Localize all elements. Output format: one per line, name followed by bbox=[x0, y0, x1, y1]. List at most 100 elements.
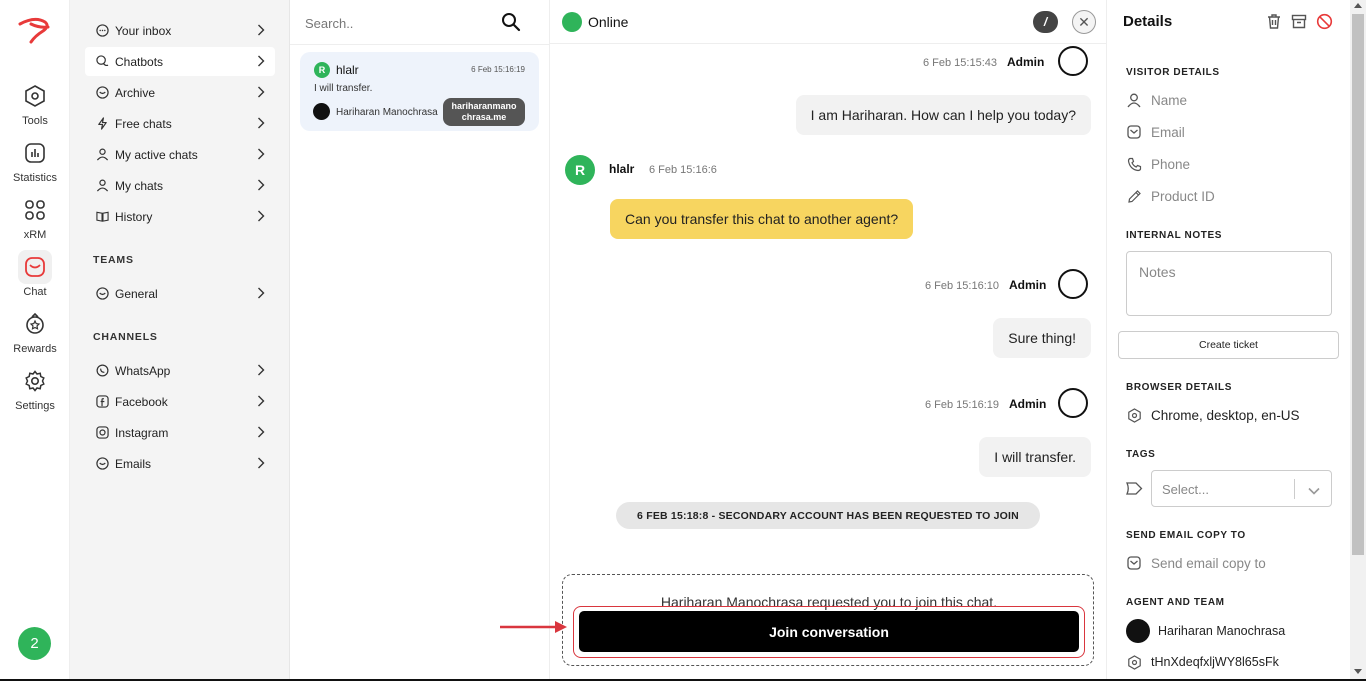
facebook-icon bbox=[95, 395, 109, 409]
search-input[interactable] bbox=[305, 12, 505, 34]
rail-item-rewards[interactable]: Rewards bbox=[0, 307, 70, 355]
user-icon bbox=[95, 148, 109, 162]
chevron-right-icon bbox=[257, 179, 265, 194]
slash-command-button[interactable]: / bbox=[1033, 11, 1058, 33]
nav-item-general[interactable]: General bbox=[85, 279, 275, 308]
conversation-agent: Hariharan Manochrasa bbox=[336, 107, 438, 118]
chevron-right-icon bbox=[257, 86, 265, 101]
chat-header: Online / ✕ bbox=[550, 0, 1106, 44]
rail-item-label: xRM bbox=[23, 229, 47, 241]
chevron-right-icon bbox=[257, 24, 265, 39]
close-chat-button[interactable]: ✕ bbox=[1072, 10, 1096, 34]
nav-item-history[interactable]: History bbox=[85, 202, 275, 231]
name-placeholder: Name bbox=[1151, 92, 1188, 108]
nav-item-label: Facebook bbox=[115, 394, 168, 409]
scrollbar[interactable] bbox=[1350, 0, 1366, 681]
visitor-product-field[interactable]: Product ID bbox=[1126, 188, 1215, 204]
browser-details-field: Chrome, desktop, en-US bbox=[1126, 407, 1300, 423]
trash-icon[interactable] bbox=[1266, 13, 1282, 35]
browser-value: Chrome, desktop, en-US bbox=[1151, 407, 1300, 423]
nav-item-label: Chatbots bbox=[115, 54, 164, 69]
rail-item-label: Statistics bbox=[12, 172, 57, 184]
nav-item-label: Emails bbox=[115, 456, 152, 471]
scrollbar-thumb[interactable] bbox=[1352, 14, 1364, 555]
conversation-item[interactable]: R hlalr 6 Feb 15:16:19 I will transfer. … bbox=[300, 52, 539, 131]
nav-item-emails[interactable]: Emails bbox=[85, 449, 275, 478]
nav-item-free-chats[interactable]: Free chats bbox=[85, 109, 275, 138]
search-icon[interactable] bbox=[501, 12, 521, 37]
whatsapp-icon bbox=[95, 364, 109, 378]
nav-item-label: WhatsApp bbox=[115, 363, 171, 378]
visitor-email-field[interactable]: Email bbox=[1126, 124, 1185, 140]
hexagon-icon bbox=[18, 79, 52, 113]
message-meta: 6 Feb 15:15:43 Admin bbox=[923, 55, 1044, 69]
nav-panel: Your inbox Chatbots Archive Free chats M… bbox=[70, 0, 290, 681]
agent-avatar bbox=[1058, 46, 1088, 76]
join-conversation-button[interactable]: Join conversation bbox=[579, 611, 1079, 652]
gear-icon bbox=[18, 364, 52, 398]
message-bubble: Sure thing! bbox=[993, 318, 1091, 358]
rail-item-tools[interactable]: Tools bbox=[0, 79, 70, 127]
left-rail: Tools Statistics xRM Chat Rewards Settin… bbox=[0, 0, 70, 681]
internal-notes-heading: INTERNAL NOTES bbox=[1126, 230, 1222, 241]
details-title: Details bbox=[1123, 13, 1173, 30]
archive-box-icon[interactable] bbox=[1291, 13, 1307, 35]
online-status[interactable]: Online bbox=[588, 14, 628, 30]
create-ticket-button[interactable]: Create ticket bbox=[1118, 331, 1339, 359]
conversation-list: R hlalr 6 Feb 15:16:19 I will transfer. … bbox=[290, 0, 550, 681]
chevron-down-icon[interactable] bbox=[1308, 483, 1320, 498]
nav-item-my-chats[interactable]: My chats bbox=[85, 171, 275, 200]
chat-bubble-icon bbox=[95, 24, 109, 38]
nav-item-my-active-chats[interactable]: My active chats bbox=[85, 140, 275, 169]
team-icon bbox=[95, 287, 109, 301]
chevron-right-icon bbox=[257, 364, 265, 379]
rail-item-statistics[interactable]: Statistics bbox=[0, 136, 70, 184]
nav-item-label: Instagram bbox=[115, 425, 169, 440]
chevron-right-icon bbox=[257, 210, 265, 225]
details-panel: Details VISITOR DETAILS Name Email Phone… bbox=[1106, 0, 1350, 681]
bar-chart-icon bbox=[18, 136, 52, 170]
block-icon[interactable] bbox=[1316, 13, 1333, 35]
message-time: 6 Feb 15:16:10 bbox=[925, 280, 1000, 292]
nav-item-chatbots[interactable]: Chatbots bbox=[85, 47, 275, 76]
agent-avatar bbox=[313, 103, 330, 120]
visitor-avatar: R bbox=[565, 155, 595, 185]
agent-avatar bbox=[1058, 388, 1088, 418]
teams-heading: TEAMS bbox=[93, 254, 134, 266]
lightning-icon bbox=[95, 117, 109, 131]
send-email-heading: SEND EMAIL COPY TO bbox=[1126, 530, 1246, 541]
rail-item-chat[interactable]: Chat bbox=[0, 250, 70, 298]
archive-icon bbox=[95, 86, 109, 100]
scroll-up-icon[interactable] bbox=[1354, 3, 1362, 8]
rail-item-xrm[interactable]: xRM bbox=[0, 193, 70, 241]
rail-item-label: Rewards bbox=[13, 343, 57, 355]
nav-item-archive[interactable]: Archive bbox=[85, 78, 275, 107]
nav-item-label: History bbox=[115, 209, 153, 224]
email-icon bbox=[95, 457, 109, 471]
phone-placeholder: Phone bbox=[1151, 156, 1191, 172]
visitor-avatar: R bbox=[314, 62, 330, 78]
rewards-icon bbox=[18, 307, 52, 341]
nav-item-your-inbox[interactable]: Your inbox bbox=[85, 16, 275, 45]
agent-field: Hariharan Manochrasa bbox=[1126, 619, 1285, 643]
message-sender: Admin bbox=[1009, 278, 1047, 292]
notes-textarea[interactable]: Notes bbox=[1126, 251, 1332, 316]
pencil-icon bbox=[1126, 188, 1142, 204]
tags-heading: TAGS bbox=[1126, 449, 1156, 460]
rail-item-settings[interactable]: Settings bbox=[0, 364, 70, 412]
visitor-name: hlalr bbox=[609, 162, 635, 176]
tag-icon bbox=[1125, 481, 1143, 501]
send-email-field[interactable]: Send email copy to bbox=[1126, 555, 1266, 571]
brand-logo-icon[interactable] bbox=[17, 14, 53, 46]
tags-select[interactable]: Select... bbox=[1151, 470, 1332, 507]
chevron-right-icon bbox=[257, 117, 265, 132]
instagram-icon bbox=[95, 426, 109, 440]
scroll-down-icon[interactable] bbox=[1354, 669, 1362, 674]
nav-item-facebook[interactable]: Facebook bbox=[85, 387, 275, 416]
nav-item-instagram[interactable]: Instagram bbox=[85, 418, 275, 447]
visitor-phone-field[interactable]: Phone bbox=[1126, 156, 1190, 172]
nav-item-whatsapp[interactable]: WhatsApp bbox=[85, 356, 275, 385]
notification-badge[interactable]: 2 bbox=[18, 627, 51, 660]
visitor-name-field[interactable]: Name bbox=[1126, 92, 1187, 108]
send-email-placeholder: Send email copy to bbox=[1151, 555, 1266, 571]
